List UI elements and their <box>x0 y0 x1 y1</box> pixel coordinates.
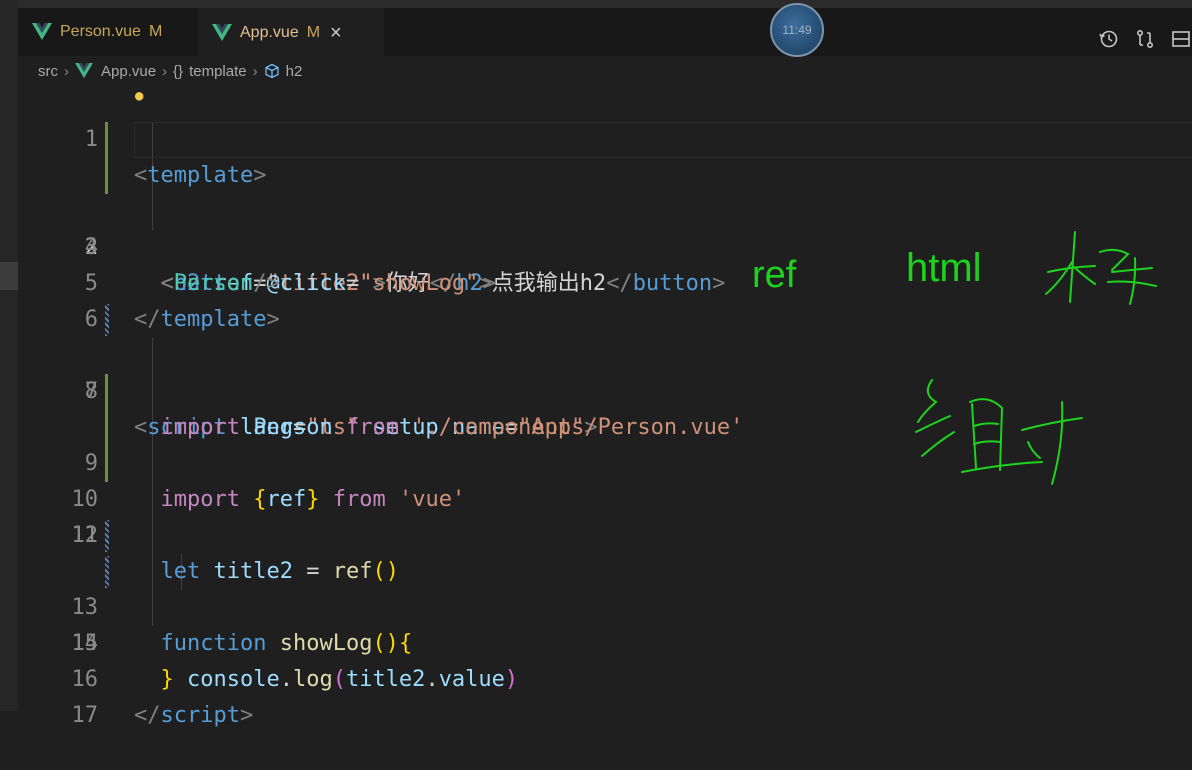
code-line-6: 6 <box>18 266 1192 332</box>
git-modified-marker <box>105 446 108 482</box>
chevron-right-icon: › <box>64 62 69 80</box>
tab-label: Person.vue <box>60 23 141 40</box>
code-line-2: 2 <h2 ref="title2">你好</h2> <box>18 122 1192 296</box>
modified-badge: M <box>148 23 163 40</box>
handwritten-scribble-2 <box>915 379 1083 485</box>
chevron-right-icon: › <box>252 62 258 80</box>
breadcrumb-h2[interactable]: h2 <box>286 63 303 80</box>
code-line-4: 4 <Person/> <box>18 194 1192 296</box>
git-modified-marker <box>105 374 108 410</box>
code-line-14: 14 console.log(title2.value) <box>18 554 1192 692</box>
breadcrumb-template[interactable]: template <box>189 63 247 80</box>
lightbulb-icon[interactable]: ● <box>135 88 143 104</box>
element-cube-icon <box>264 63 279 79</box>
git-modified-marker <box>105 410 108 446</box>
vue-file-icon <box>32 23 52 40</box>
tab-app-vue[interactable]: App.vue M × <box>198 8 384 57</box>
git-change-marker <box>105 304 109 336</box>
activity-strip <box>0 0 18 711</box>
git-compare-icon[interactable] <box>1134 28 1156 50</box>
braces-icon: {} <box>173 62 184 80</box>
chevron-right-icon: › <box>162 62 168 80</box>
handwritten-scribble-1 <box>1045 231 1157 305</box>
breadcrumb-file[interactable]: App.vue <box>101 63 156 80</box>
code-line-17: 17 <box>18 662 1192 728</box>
split-editor-icon[interactable] <box>1170 28 1192 50</box>
vue-file-icon <box>75 63 93 79</box>
history-icon[interactable] <box>1098 28 1120 50</box>
tab-label: App.vue <box>240 24 299 41</box>
activity-marker <box>0 262 18 290</box>
annotation-html: html <box>906 246 982 290</box>
code-line-16: 16 </script> <box>18 626 1192 728</box>
code-line-13: 13 function showLog(){ <box>18 518 1192 656</box>
vue-file-icon <box>212 24 232 41</box>
current-line-highlight <box>134 122 1192 158</box>
git-change-marker <box>105 556 109 588</box>
code-line-15: 15 } <box>18 590 1192 692</box>
code-line-8: 8 import Person from './components/Perso… <box>18 338 1192 440</box>
line-number: 17 <box>71 703 99 728</box>
annotation-ref: ref <box>752 254 797 296</box>
code-line-7: 7 <script lang="ts" setup name="App"> <box>18 302 1192 440</box>
breadcrumb-folder[interactable]: src <box>38 63 58 80</box>
code-line-1: 1 <template> ● <box>18 86 1192 188</box>
git-modified-marker <box>105 122 108 158</box>
editor-tab-bar: Person.vue M App.vue M × <box>18 0 1192 57</box>
code-line-3: 3 <button @click="showLog">点我输出h2</butto… <box>18 158 1192 296</box>
editor-actions <box>1098 28 1192 50</box>
close-tab-icon[interactable]: × <box>330 23 342 43</box>
code-line-5: 5 </template> <box>18 230 1192 332</box>
webcam-avatar: 11:49 <box>770 3 824 57</box>
git-change-marker <box>105 520 109 552</box>
modified-badge: M <box>306 24 321 41</box>
breadcrumb: src › App.vue › {} template › h2 <box>38 60 302 82</box>
git-modified-marker <box>105 158 108 194</box>
tab-person-vue[interactable]: Person.vue M <box>18 8 198 56</box>
